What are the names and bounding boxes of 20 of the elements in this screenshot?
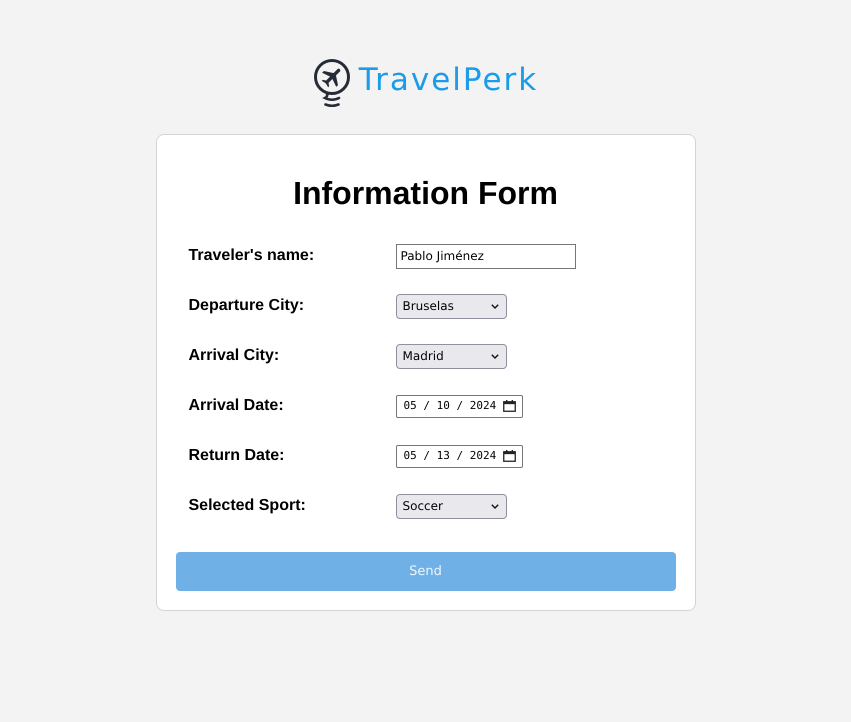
logo-icon bbox=[312, 58, 351, 109]
date-field[interactable]: 05 / 10 / 2024 bbox=[396, 394, 522, 418]
field-label: Arrival City: bbox=[188, 346, 280, 366]
calendar-icon bbox=[502, 450, 516, 462]
date-field[interactable]: 05 / 13 / 2024 bbox=[396, 444, 522, 468]
chevron-icon bbox=[490, 354, 498, 358]
chevron-icon bbox=[490, 304, 498, 308]
field-label: Departure City: bbox=[188, 296, 306, 316]
dropdown[interactable]: Soccer bbox=[396, 494, 506, 518]
field-label: Arrival Date: bbox=[188, 396, 285, 416]
calendar-icon bbox=[502, 400, 516, 412]
dropdown[interactable]: Madrid bbox=[396, 344, 506, 368]
chevron-icon bbox=[490, 504, 498, 508]
form-title: Information Form bbox=[292, 174, 559, 213]
field-label: Selected Sport: bbox=[188, 496, 307, 516]
text-field[interactable]: Pablo Jiménez bbox=[396, 244, 576, 268]
dropdown[interactable]: Bruselas bbox=[396, 294, 506, 318]
field-label: Return Date: bbox=[188, 446, 286, 466]
logo-text: TravelPerk bbox=[358, 62, 538, 100]
field-label: Traveler's name: bbox=[188, 246, 316, 266]
